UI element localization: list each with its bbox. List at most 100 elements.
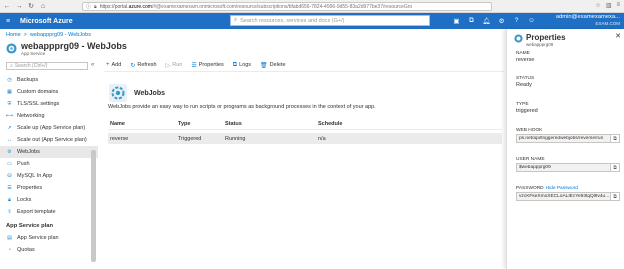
logs-button[interactable]: ⧉ Logs: [233, 62, 251, 69]
delete-button[interactable]: 🗑︎ Delete: [260, 62, 286, 69]
account-menu[interactable]: admin@examexamexa... EXAM.COM: [556, 14, 620, 27]
refresh-button[interactable]: ↻ Refresh: [130, 62, 156, 69]
nav-item-label: Scale out (App Service plan): [17, 137, 87, 143]
webhook-value: ps.net/api/triggeredwebjobs/reverse/run: [519, 136, 604, 141]
delete-label: Delete: [269, 62, 286, 68]
properties-icon: ☰: [191, 62, 197, 69]
nav-item-label: Scale up (App Service plan): [17, 125, 86, 131]
backups-icon: ◷: [7, 77, 12, 83]
nav-item-label: Networking: [17, 113, 45, 119]
properties-button[interactable]: ☰ Properties: [191, 62, 223, 69]
export-template-icon: ⇪: [7, 209, 12, 215]
cell-name: reverse: [110, 135, 129, 142]
column-status[interactable]: Status: [225, 121, 318, 127]
menu-icon[interactable]: ≡: [616, 2, 620, 9]
home-icon[interactable]: ⌂: [38, 1, 48, 11]
nav-item-export-template[interactable]: ⇪ Export template: [0, 206, 98, 218]
type-value: triggered: [516, 108, 538, 114]
nav-item-locks[interactable]: 🔒︎ Locks: [0, 194, 98, 206]
nav-item-label: WebJobs: [17, 149, 40, 155]
hide-password-link[interactable]: Hide Password: [546, 186, 578, 191]
resource-menu-scrollbar[interactable]: [91, 150, 96, 262]
nav-item-mysql-in-app[interactable]: ⛁ MySQL In App: [0, 170, 98, 182]
webhook-field[interactable]: ps.net/api/triggeredwebjobs/reverse/run …: [516, 134, 620, 143]
nav-item-label: Quotas: [17, 247, 35, 253]
brand-title[interactable]: Microsoft Azure: [20, 18, 73, 25]
logs-label: Logs: [239, 62, 252, 68]
nav-item-custom-domains[interactable]: ▦ Custom domains: [0, 86, 98, 98]
properties-header: Properties webappprg09: [514, 33, 566, 48]
column-name[interactable]: Name: [108, 121, 178, 127]
nav-item-push[interactable]: ▭ Push: [0, 158, 98, 170]
nav-item-properties[interactable]: ☰ Properties: [0, 182, 98, 194]
breadcrumb-separator: >: [23, 32, 27, 38]
breadcrumb: Home > webappprg09 - WebJobs: [6, 32, 91, 38]
push-icon: ▭: [7, 161, 12, 167]
status-label: STATUS: [516, 76, 535, 81]
user-org: EXAM.COM: [595, 21, 620, 26]
url-host: azure.com: [128, 3, 152, 10]
nav-item-app-service-plan[interactable]: ▤ App Service plan: [0, 232, 98, 244]
nav-item-scale-out[interactable]: ↔ Scale out (App Service plan): [0, 134, 98, 146]
quotas-icon: ◔: [7, 247, 12, 253]
directory-filter-icon[interactable]: ⧉: [467, 15, 476, 26]
nav-item-label: Backups: [17, 77, 39, 83]
run-button[interactable]: ▷ Run: [166, 62, 183, 69]
url-path: /#@examexamexam.onmicrosoft.com/resource…: [151, 3, 413, 10]
properties-blade: Properties webappprg09 ✕ NAME reverse ST…: [506, 29, 624, 269]
table-row[interactable]: reverse Triggered Running n/a: [108, 133, 502, 144]
close-icon[interactable]: ✕: [615, 32, 621, 40]
info-icon: ⓘ: [86, 4, 92, 10]
password-value: vzcKFkeXmoXECLoALIEcYe93tqQl9v4u...: [519, 194, 610, 199]
column-type[interactable]: Type: [178, 121, 225, 127]
user-email: admin@examexamexa...: [555, 14, 620, 20]
password-field[interactable]: vzcKFkeXmoXECLoALIEcYe93tqQl9v4u... ⧉: [516, 192, 620, 201]
breadcrumb-app[interactable]: webappprg09 - WebJobs: [30, 32, 91, 38]
column-schedule[interactable]: Schedule: [318, 121, 502, 127]
webjobs-table: Name Type Status Schedule reverse Trigge…: [108, 119, 502, 144]
username-field[interactable]: $webappprg09 ⧉: [516, 163, 620, 172]
app-service-plan-icon: ▤: [7, 235, 12, 241]
add-button[interactable]: + Add: [106, 62, 121, 68]
resource-menu-search-placeholder: Search (Ctrl+/): [14, 63, 48, 69]
scale-out-icon: ↔: [7, 137, 12, 143]
nav-item-label: App Service plan: [17, 235, 59, 241]
resource-type: App Service: [21, 51, 46, 56]
webjobs-title: WebJobs: [134, 89, 165, 97]
webhook-label: WEB HOOK: [516, 128, 543, 133]
help-icon[interactable]: ?: [512, 15, 521, 26]
command-bar: + Add ↻ Refresh ▷ Run ☰ Properties ⧉ Log…: [106, 60, 286, 70]
reload-icon[interactable]: ↻: [26, 1, 36, 11]
bookmark-star-icon[interactable]: ☆: [595, 2, 600, 9]
trash-icon: 🗑︎: [260, 62, 268, 69]
resource-menu-search[interactable]: ⌕ Search (Ctrl+/): [6, 62, 88, 70]
custom-domains-icon: ▦: [7, 89, 12, 95]
nav-item-networking[interactable]: ⟷ Networking: [0, 110, 98, 122]
copy-icon[interactable]: ⧉: [610, 164, 619, 171]
refresh-label: Refresh: [137, 62, 157, 68]
breadcrumb-home[interactable]: Home: [6, 32, 21, 38]
nav-item-scale-up[interactable]: ↗ Scale up (App Service plan): [0, 122, 98, 134]
collapse-menu-button[interactable]: «: [91, 62, 94, 68]
feedback-icon[interactable]: ☺: [527, 15, 536, 26]
nav-item-backups[interactable]: ◷ Backups: [0, 74, 98, 86]
library-icon[interactable]: ▥: [606, 2, 612, 9]
url-prefix: https://portal.: [99, 3, 129, 10]
global-search-input[interactable]: ⌕ Search resources, services and docs (G…: [230, 15, 430, 26]
portal-menu-icon[interactable]: ≡: [0, 13, 16, 29]
nav-item-tls-ssl[interactable]: ⛨ TLS/SSL settings: [0, 98, 98, 110]
copy-icon[interactable]: ⧉: [610, 135, 619, 142]
global-search-placeholder: Search resources, services and docs (G+/…: [240, 17, 345, 24]
back-icon[interactable]: ←: [2, 1, 12, 11]
address-bar[interactable]: ⓘ 🔒︎ https://portal. azure.com/#@examexam…: [82, 2, 492, 11]
copy-icon[interactable]: ⧉: [610, 193, 619, 200]
notifications-icon[interactable]: 🔔︎: [482, 15, 491, 26]
nav-item-webjobs[interactable]: ⚙ WebJobs: [0, 146, 98, 158]
cloud-shell-icon[interactable]: ▣: [452, 15, 461, 26]
name-value: reverse: [516, 57, 535, 63]
nav-item-quotas[interactable]: ◔ Quotas: [0, 244, 98, 256]
cell-type: Triggered: [178, 135, 202, 142]
forward-icon[interactable]: →: [14, 1, 24, 11]
refresh-icon: ↻: [130, 62, 136, 69]
settings-gear-icon[interactable]: ⚙: [497, 15, 506, 26]
